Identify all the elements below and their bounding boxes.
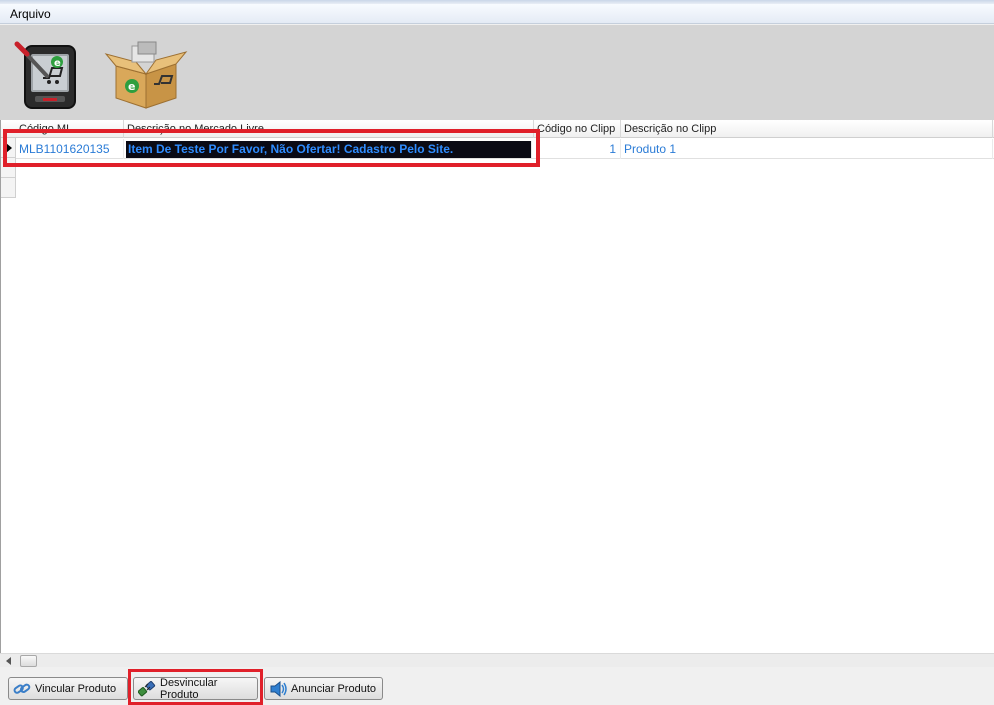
row-indicator [1, 158, 16, 178]
scroll-thumb[interactable] [20, 655, 37, 667]
svg-text:e: e [128, 80, 135, 93]
cell-codigo-ml[interactable]: MLB1101620135 [16, 139, 124, 159]
products-grid: Código ML Descrição no Mercado Livre Cód… [0, 120, 994, 653]
row-indicator [1, 178, 16, 198]
row-indicator-column [1, 138, 16, 198]
pda-stylus-icon: e [14, 41, 76, 109]
anunciar-produto-label: Anunciar Produto [291, 682, 376, 695]
desvincular-produto-button[interactable]: Desvincular Produto [133, 676, 258, 701]
anunciar-produto-button[interactable]: Anunciar Produto [264, 677, 383, 700]
current-row-arrow-icon [6, 143, 12, 153]
svg-text:e: e [54, 58, 61, 69]
product-box-tool-button[interactable]: e [100, 35, 190, 115]
column-header-codigo-ml[interactable]: Código ML [16, 120, 124, 138]
table-row[interactable]: MLB1101620135 Item De Teste Por Favor, N… [16, 139, 994, 159]
vincular-produto-button[interactable]: Vincular Produto [8, 677, 128, 700]
pda-tool-button[interactable]: e [5, 35, 90, 115]
speaker-icon [269, 680, 287, 697]
column-header-descricao-clipp[interactable]: Descrição no Clipp [621, 120, 993, 138]
toolbar: e e [0, 25, 994, 120]
cell-descricao-ml-selected[interactable]: Item De Teste Por Favor, Não Ofertar! Ca… [126, 141, 532, 158]
horizontal-scrollbar[interactable] [0, 653, 994, 667]
cell-codigo-clipp[interactable]: 1 [534, 139, 621, 159]
column-header-codigo-clipp[interactable]: Código no Clipp [534, 120, 621, 138]
cell-descricao-clipp[interactable]: Produto 1 [621, 139, 993, 159]
desvincular-produto-label: Desvincular Produto [160, 676, 218, 701]
unlink-plug-icon [138, 680, 156, 697]
column-header-descricao-ml[interactable]: Descrição no Mercado Livre [124, 120, 534, 138]
menu-bar: Arquivo [0, 4, 994, 24]
row-indicator-current[interactable] [1, 138, 16, 158]
bottom-button-bar: Vincular Produto Desvincular Produto Anu… [0, 667, 994, 705]
product-box-icon: e [104, 41, 188, 109]
menu-arquivo[interactable]: Arquivo [4, 6, 57, 22]
link-icon [13, 681, 31, 697]
grid-header: Código ML Descrição no Mercado Livre Cód… [1, 120, 994, 138]
app-window: Arquivo e e Código ML Descrição no Merca… [0, 0, 994, 705]
vincular-produto-label: Vincular Produto [35, 682, 117, 695]
scroll-left-arrow-icon[interactable] [6, 657, 11, 665]
